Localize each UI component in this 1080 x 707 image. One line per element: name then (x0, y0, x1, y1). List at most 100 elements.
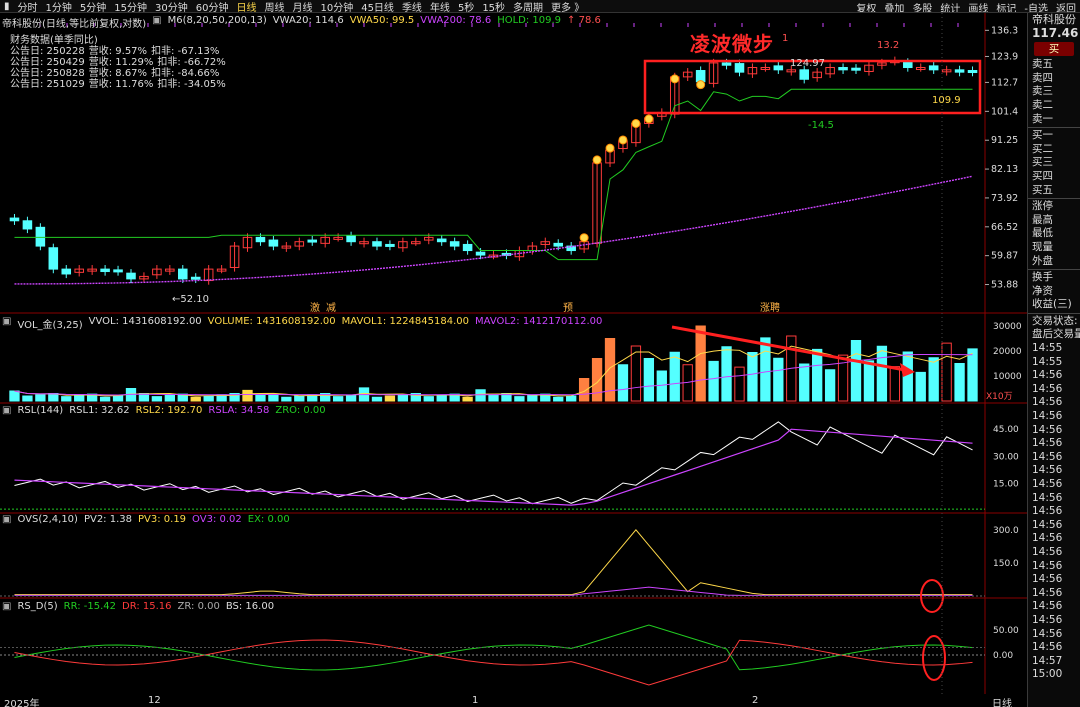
candle-body (695, 70, 706, 83)
toolbar-action[interactable]: 多股 (908, 0, 936, 12)
buy-button[interactable]: 买 (1034, 42, 1074, 57)
period-tab[interactable]: 季线 (398, 0, 426, 13)
toolbar-action[interactable]: 标记 (992, 0, 1020, 12)
ask-list: 卖五 卖四 卖三 卖二 卖一 (1028, 58, 1080, 126)
one-label: 1 (782, 33, 788, 44)
period-tab[interactable]: 5秒 (454, 0, 478, 13)
candle-body (346, 235, 356, 243)
signal-marker (696, 80, 706, 90)
vwa50-label: VWA50: 99.5 (349, 15, 415, 26)
hold-line (14, 88, 973, 261)
tick-time: 15:00 (1032, 668, 1063, 681)
ask-row: 卖五 (1032, 58, 1053, 71)
vol-title[interactable]: VOL_金(3,25) (17, 316, 82, 331)
tick-time: 14:56 (1032, 532, 1063, 545)
period-tab[interactable]: 月线 (288, 0, 316, 13)
volume-bar (760, 337, 771, 402)
period-tab[interactable]: 15秒 (478, 0, 509, 13)
rsla-line (14, 428, 973, 506)
rsl-settings-icon[interactable]: ▣ (2, 405, 11, 416)
tick-time: 14:56 (1032, 545, 1063, 558)
pv3-line (14, 529, 973, 596)
tick-time: 14:56 (1032, 437, 1063, 450)
kline-chart-area[interactable]: 136.3 123.9 112.7 101.4 91.25 82.13 73.92 66.52… (0, 13, 1027, 694)
volume-bar (967, 348, 978, 402)
toolbar-action[interactable]: 统计 (936, 0, 964, 12)
period-tab[interactable]: 60分钟 (192, 0, 233, 13)
rsl-title[interactable]: RSL(144) (17, 405, 63, 416)
toolbar-action[interactable]: 复权 (852, 0, 880, 12)
tick-time: 14:56 (1032, 573, 1063, 586)
period-tab[interactable]: 分时 (14, 0, 42, 13)
period-tab[interactable]: 5分钟 (76, 0, 110, 13)
period-tab[interactable]: 10分钟 (316, 0, 357, 13)
period-tab[interactable]: 45日线 (357, 0, 398, 13)
volume-bar (9, 390, 20, 402)
ex-label: EX: 0.00 (247, 514, 290, 525)
toolbar-action[interactable]: 叠加 (880, 0, 908, 12)
vol-settings-icon[interactable]: ▣ (2, 316, 11, 331)
period-tab[interactable]: 多周期 (509, 0, 547, 13)
toolbar-action[interactable]: 返回 (1052, 0, 1080, 12)
toolbar-action[interactable]: 画线 (964, 0, 992, 12)
tick-time: 14:56 (1032, 641, 1063, 654)
volume-bar (812, 348, 823, 402)
ovs-header: ▣ OVS(2,4,10) PV2: 1.38 PV3: 0.19 OV3: 0… (2, 514, 290, 525)
indicator-name[interactable]: M6(8,20,50,200,13) (168, 15, 267, 30)
price-tick-label: 112.7 (991, 77, 1018, 88)
period-label: 日线 (992, 699, 1012, 707)
toolbar-action[interactable]: -自选 (1020, 0, 1052, 12)
bid-row: 买二 (1032, 142, 1053, 155)
vol-unit-label: X10万 (986, 392, 1013, 402)
date-label-2025: 2025年 (4, 699, 40, 707)
volume-bar (643, 358, 655, 402)
volume-bar (954, 363, 965, 402)
period-tab[interactable]: 30分钟 (151, 0, 192, 13)
info-row: 净资 (1032, 284, 1053, 297)
info-list: 涨停 最高 最低 现量 外盘 (1028, 200, 1080, 268)
period-tab[interactable]: 15分钟 (110, 0, 151, 13)
toolbar-toggle-icon[interactable]: ▮ (0, 1, 14, 12)
rsd-settings-icon[interactable]: ▣ (2, 601, 11, 612)
rsd-title[interactable]: RS_D(5) (17, 601, 57, 612)
fin-cell-kf: 扣非: -84.66% (151, 68, 220, 79)
vol-tick-label: 10000 (993, 372, 1022, 382)
indicator-settings-icon[interactable]: ▣ (152, 15, 161, 30)
rsl-tick-label: 30.00 (993, 452, 1019, 462)
info-row: 现量 (1032, 240, 1053, 253)
volume-bar (734, 366, 745, 402)
rsd-tick-label: 0.00 (993, 651, 1013, 661)
tick-time: 14:56 (1032, 423, 1063, 436)
ovs-settings-icon[interactable]: ▣ (2, 514, 11, 525)
info-row: 最高 (1032, 213, 1053, 226)
volume-bar (61, 396, 72, 402)
tick-times-list[interactable]: 14:55 14:55 14:56 14:56 14:56 14:56 14:56 14:56… (1028, 342, 1080, 682)
volume-bar (617, 364, 629, 402)
period-tab[interactable]: 1分钟 (42, 0, 76, 13)
date-label-12: 12 (148, 695, 161, 706)
fin-row: 公告日: 250828 营收: 8.67% 扣非: -84.66% (10, 68, 230, 79)
hold2-label: ↑ 78.6 (567, 15, 601, 26)
stock-name[interactable]: 帝科股份 (1028, 13, 1080, 27)
candle-body (838, 67, 848, 71)
high-label: 124.97 (790, 58, 825, 69)
vwa200-line (14, 175, 973, 285)
candle-body (126, 272, 136, 280)
period-tab[interactable]: 日线 (232, 0, 260, 13)
ovs-title[interactable]: OVS(2,4,10) (17, 514, 78, 525)
volume-bar (799, 363, 810, 402)
vol-tick-label: 20000 (993, 347, 1022, 357)
vvol-label: VVOL: 1431608192.00 (88, 316, 202, 327)
period-tab[interactable]: 年线 (426, 0, 454, 13)
rr-label: RR: -15.42 (63, 601, 116, 612)
period-tab[interactable]: 更多 》 (547, 0, 588, 13)
signal-marker (618, 135, 628, 145)
rsl-tick-label: 45.00 (993, 425, 1019, 435)
tick-time: 14:56 (1032, 382, 1063, 395)
candle-body (475, 251, 486, 256)
volume-bar (384, 395, 396, 402)
rsla-label: RSLA: 34.58 (208, 405, 270, 416)
candle-body (734, 63, 745, 73)
period-tab[interactable]: 周线 (260, 0, 288, 13)
trend-arrow (671, 325, 906, 372)
